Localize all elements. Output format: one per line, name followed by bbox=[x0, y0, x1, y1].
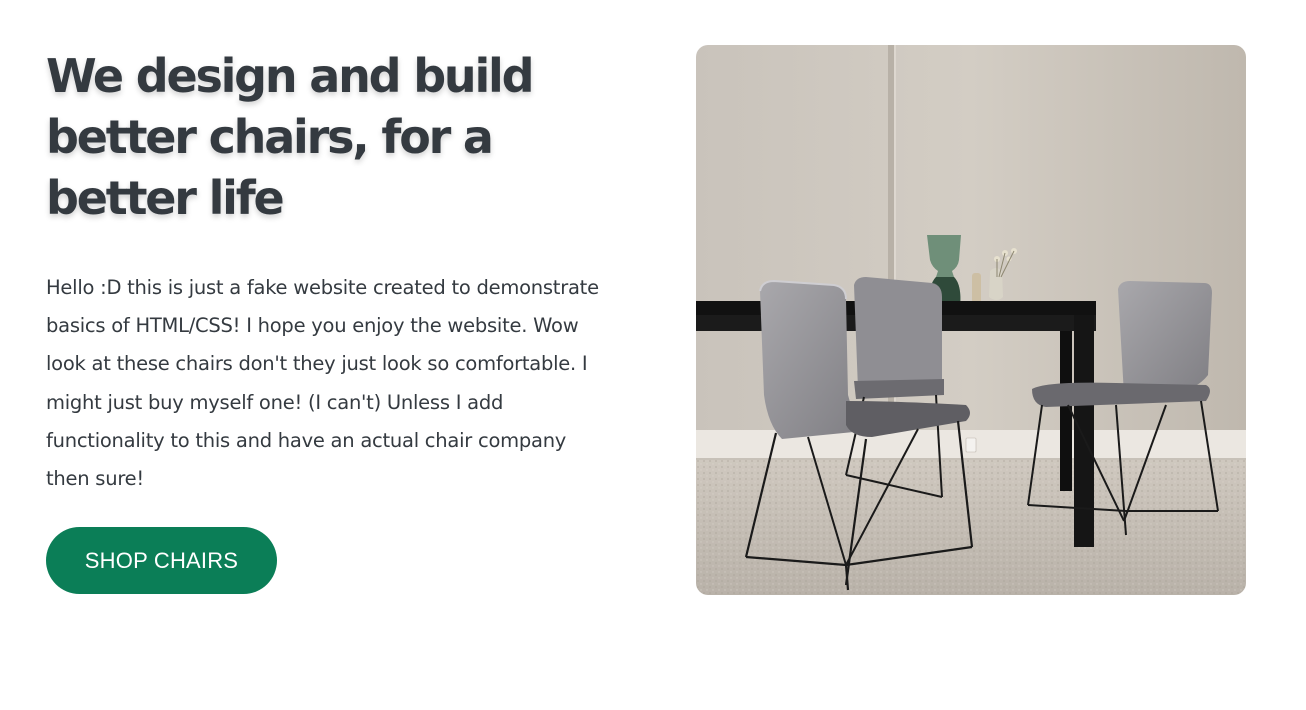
shop-chairs-button[interactable]: SHOP CHAIRS bbox=[46, 527, 277, 594]
dining-chairs-photo bbox=[696, 45, 1246, 595]
hero-description: Hello :D this is just a fake website cre… bbox=[46, 276, 599, 491]
hero-image bbox=[696, 45, 1246, 595]
hero-text-block: We design and build better chairs, for a… bbox=[46, 46, 626, 498]
hero-section: We design and build better chairs, for a… bbox=[0, 0, 1306, 710]
hero-headline: We design and build better chairs, for a… bbox=[46, 49, 535, 225]
